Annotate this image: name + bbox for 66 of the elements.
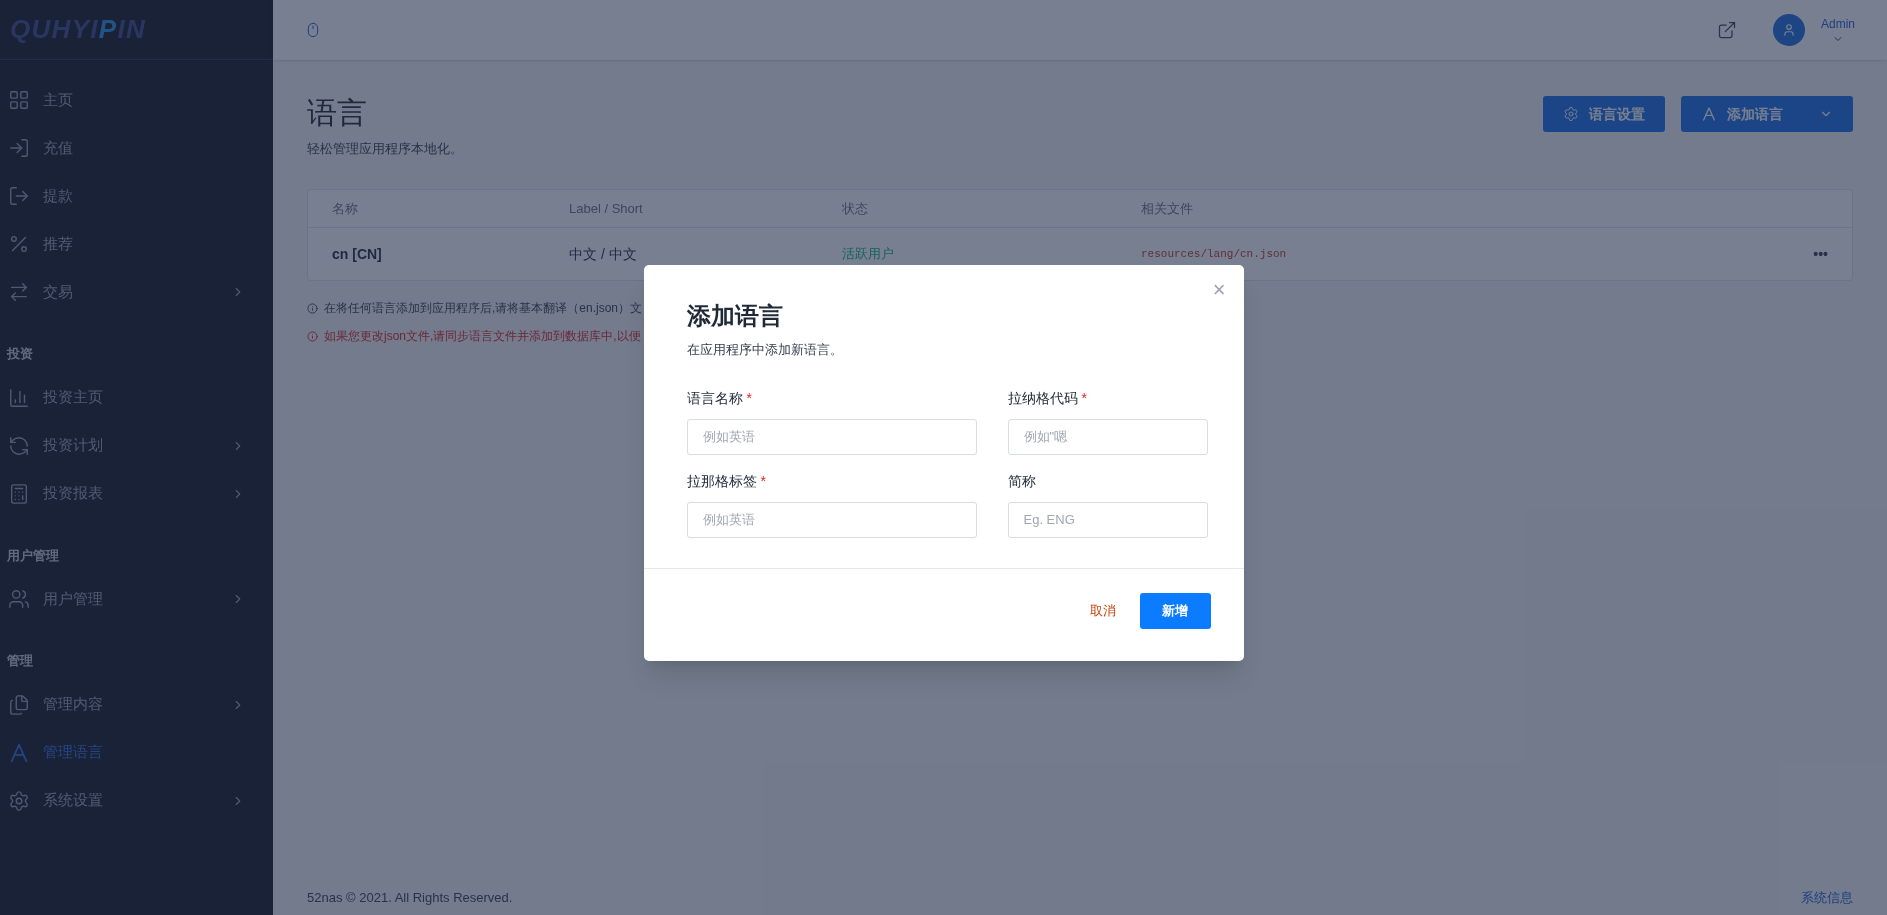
- toolbar-button[interactable]: 添加语言: [1681, 96, 1853, 132]
- sidebar-item[interactable]: 投资计划: [0, 421, 273, 470]
- sidebar-item[interactable]: 交易: [0, 268, 273, 316]
- field-label: 语言名称: [686, 388, 743, 408]
- exchange-icon: [8, 281, 30, 303]
- section-title: 投资: [5, 345, 34, 363]
- table-cell-text: cn [CN]: [332, 244, 383, 264]
- input-field[interactable]: 例如英语: [686, 418, 977, 455]
- calculator-icon: [8, 482, 30, 505]
- modal-title: 添加语言: [686, 301, 784, 331]
- user-icon: [1782, 23, 1796, 37]
- sidebar-item[interactable]: 投资报表: [0, 469, 273, 518]
- input-field[interactable]: Eg. ENG: [1007, 501, 1208, 538]
- bar-chart-icon: [8, 386, 30, 409]
- info-icon: [307, 330, 318, 342]
- avatar[interactable]: [1773, 14, 1805, 46]
- required-mark: *: [1081, 388, 1087, 408]
- toolbar-button[interactable]: 语言设置: [1543, 96, 1665, 132]
- sidebar-item[interactable]: 管理内容: [0, 680, 273, 729]
- section-title: 用户管理: [6, 546, 60, 565]
- file-path: resources/lang/cn.json: [1141, 246, 1288, 262]
- submit-button[interactable]: 新增: [1139, 592, 1211, 629]
- modal-subtitle: 在应用程序中添加新语言。: [686, 341, 844, 359]
- field-label: 拉那格标签: [686, 471, 757, 491]
- input-field[interactable]: 例如英语: [686, 501, 977, 538]
- deposit-icon: [8, 137, 30, 159]
- required-mark: *: [746, 388, 752, 408]
- user-name[interactable]: Admin: [1821, 15, 1855, 33]
- column-header: 相关文件: [1141, 199, 1194, 218]
- column-header: 名称: [332, 199, 359, 218]
- field-label: 拉纳格代码: [1007, 388, 1078, 408]
- withdraw-icon: [8, 185, 30, 207]
- files-icon: [8, 693, 30, 716]
- status-text: 活跃用户: [842, 245, 895, 264]
- section-title: 管理: [6, 652, 34, 670]
- more-menu[interactable]: •••: [1758, 243, 1828, 265]
- page-subtitle: 轻松管理应用程序本地化。: [307, 140, 463, 158]
- required-mark: *: [760, 471, 766, 491]
- page-title: 语言: [307, 95, 368, 131]
- sidebar-item[interactable]: 主页: [0, 76, 273, 124]
- letter-a-icon: [8, 741, 30, 764]
- info-icon: [307, 302, 318, 314]
- sidebar-item[interactable]: 投资主页: [0, 373, 273, 422]
- field-label: 简称: [1007, 471, 1036, 491]
- external-link-icon[interactable]: [1717, 20, 1737, 40]
- percent-icon: [8, 233, 30, 255]
- close-button[interactable]: ×: [1212, 279, 1226, 301]
- system-info-link[interactable]: 系统信息: [1801, 887, 1853, 907]
- settings-icon: [1563, 106, 1579, 122]
- settings-icon: [8, 789, 30, 812]
- input-field[interactable]: 例如"嗯: [1007, 418, 1208, 455]
- copyright-text: 52nas © 2021. All Rights Reserved.: [307, 888, 513, 907]
- column-header: Label / Short: [569, 199, 644, 218]
- sidebar-item[interactable]: 管理语言: [0, 728, 273, 777]
- table-cell-text: 中文 / 中文: [569, 244, 638, 264]
- letter-a-icon: [1701, 106, 1717, 122]
- users-icon: [8, 588, 30, 610]
- cycle-icon: [8, 434, 30, 457]
- sidebar-item[interactable]: 推荐: [0, 220, 273, 268]
- sidebar-item[interactable]: 提款: [0, 172, 273, 220]
- note-text: 在将任何语言添加到应用程序后,请将基本翻译（en.json）文: [324, 300, 643, 317]
- cancel-button[interactable]: 取消: [1085, 600, 1120, 621]
- sidebar-item[interactable]: 用户管理: [0, 575, 273, 623]
- note-text: 如果您更改json文件,请同步语言文件并添加到数据库中,以便: [324, 328, 641, 345]
- grid-icon: [8, 89, 30, 111]
- sidebar-item[interactable]: 充值: [0, 124, 273, 172]
